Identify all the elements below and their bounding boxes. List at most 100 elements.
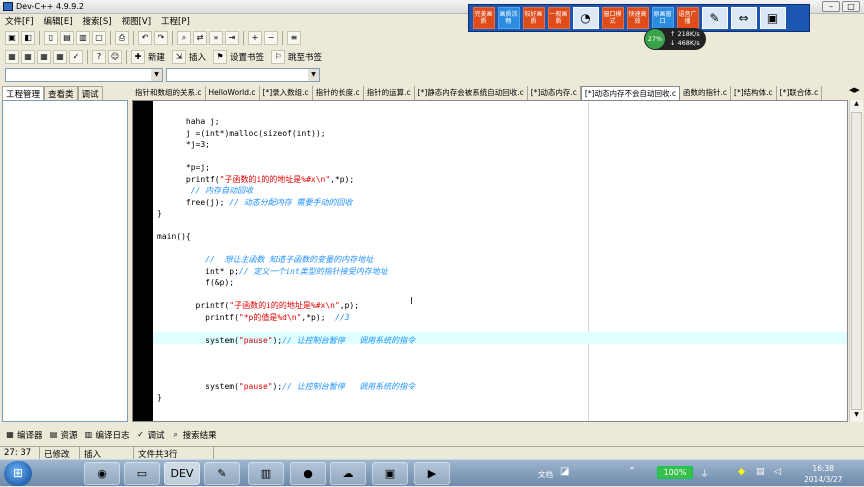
minimize-button[interactable]: – xyxy=(822,1,840,12)
menu-view[interactable]: 视图[V] xyxy=(117,14,156,28)
chevron-down-icon[interactable]: ▼ xyxy=(151,69,162,81)
taskbar-folder-icon[interactable]: ▭ xyxy=(124,462,160,485)
replace-icon[interactable]: ⇄ xyxy=(193,30,207,45)
tab-classes[interactable]: 查看类 xyxy=(44,86,78,100)
project-icon[interactable]: ▣ xyxy=(5,30,19,45)
volume-icon[interactable]: ◁ xyxy=(774,467,781,477)
run-icon[interactable]: ▦ xyxy=(21,49,35,64)
tray-icon-a[interactable]: ◆ xyxy=(738,467,745,477)
tab-resources[interactable]: ▤ 资源 xyxy=(46,428,81,442)
help-icon[interactable]: ? xyxy=(92,49,106,64)
maximize-button[interactable]: □ xyxy=(842,1,860,12)
goto-bookmark-button[interactable]: 跳至书签 xyxy=(288,51,322,63)
file-tab[interactable]: 指针的运算.c xyxy=(363,86,415,100)
float-button-5[interactable]: 窗口模式 xyxy=(601,7,624,29)
find-icon[interactable]: ⌕ xyxy=(177,30,191,45)
tab-debug[interactable]: 调试 xyxy=(77,86,103,100)
class-combo[interactable]: ▼ xyxy=(5,68,163,82)
screen-icon[interactable]: ⇔ xyxy=(730,7,757,29)
goto-line-icon[interactable]: ⇥ xyxy=(225,30,239,45)
clock-date: 2014/3/27 xyxy=(804,475,843,484)
print-icon[interactable]: ⎙ xyxy=(115,30,129,45)
vertical-scrollbar[interactable]: ▲ ▼ xyxy=(849,100,863,422)
save-all-icon[interactable]: ▥ xyxy=(76,30,90,45)
menu-edit[interactable]: 编辑[E] xyxy=(39,14,78,28)
new-file-icon[interactable]: ▯ xyxy=(44,30,58,45)
insert-button[interactable]: 插入 xyxy=(189,51,206,63)
scroll-down-icon[interactable]: ▼ xyxy=(851,411,862,422)
goto-bookmark-icon[interactable]: ⚐ xyxy=(271,49,286,64)
tab-compile-log[interactable]: ▥ 编译日志 xyxy=(81,428,133,442)
project-tree-pane[interactable] xyxy=(2,100,128,422)
tray-app-icon[interactable]: ◪ xyxy=(560,466,569,477)
code-line: *j=3; xyxy=(185,140,210,149)
file-tab[interactable]: 函数的指针.c xyxy=(680,86,732,100)
tray-arrow-icon[interactable]: ⌃ xyxy=(628,466,636,477)
gauge-icon[interactable]: ◔ xyxy=(572,7,599,29)
options-icon[interactable]: ≡ xyxy=(287,30,301,45)
scroll-up-icon[interactable]: ▲ xyxy=(851,100,862,111)
rebuild-icon[interactable]: ▦ xyxy=(53,49,67,64)
redo-icon[interactable]: ↷ xyxy=(154,30,168,45)
file-tab[interactable]: 指针和数组的关系.c xyxy=(132,86,206,100)
scroll-thumb[interactable] xyxy=(851,112,862,410)
close-file-icon[interactable]: ▢ xyxy=(92,30,106,45)
file-tab[interactable]: [*]结构体.c xyxy=(731,86,777,100)
tab-debug-bottom[interactable]: ✓ 调试 xyxy=(133,428,168,442)
set-bookmark-button[interactable]: 设置书签 xyxy=(230,51,264,63)
start-button[interactable]: ⊞ xyxy=(4,461,32,486)
network-icon[interactable]: ▤ xyxy=(756,467,765,477)
taskbar-devcpp-icon[interactable]: DEV xyxy=(164,462,200,485)
file-tab[interactable]: [*]联合体.c xyxy=(776,86,823,100)
taskbar: ⊞ ◉ ▭ DEV ✎ ▥ ● ☁ ▣ ▶ 文档 ◪ ⌃ 100% ⏚ ◆ ▤ … xyxy=(0,459,864,486)
save-icon[interactable]: ▤ xyxy=(60,30,74,45)
float-button-3[interactable]: 较好画质 xyxy=(522,7,545,29)
file-tab[interactable]: [*]静态内存会被系统自动回收.c xyxy=(414,86,528,100)
menu-file[interactable]: 文件[F] xyxy=(0,14,39,28)
tab-compiler[interactable]: ▦ 编译器 xyxy=(2,428,46,442)
float-button-1[interactable]: 完美画质 xyxy=(472,7,495,29)
chevron-down-icon[interactable]: ▼ xyxy=(308,69,319,81)
board-icon[interactable]: ▣ xyxy=(759,7,786,29)
battery-indicator[interactable]: 100% xyxy=(657,466,693,479)
member-combo[interactable]: ▼ xyxy=(166,68,320,82)
menu-project[interactable]: 工程[P] xyxy=(156,14,195,28)
file-tab-active[interactable]: [*]动态内存不会自动回收.c xyxy=(580,86,680,100)
new-icon[interactable]: ✚ xyxy=(131,49,145,64)
float-button-2[interactable]: 画质流畅 xyxy=(497,7,520,29)
compile-icon[interactable]: ▦ xyxy=(5,49,19,64)
pen-icon[interactable]: ✎ xyxy=(701,7,728,29)
taskbar-browser-icon[interactable]: ◉ xyxy=(84,462,120,485)
taskbar-paint-icon[interactable]: ✎ xyxy=(204,462,240,485)
taskbar-chart-icon[interactable]: ▥ xyxy=(248,462,284,485)
taskbar-video-icon[interactable]: ▶ xyxy=(414,462,450,485)
undo-icon[interactable]: ↶ xyxy=(138,30,152,45)
clock[interactable]: 16:38 2014/3/27 xyxy=(804,463,842,485)
float-button-7[interactable]: 原画窗口 xyxy=(651,7,674,29)
insert-icon[interactable]: ⇲ xyxy=(172,49,187,64)
tab-scroll-arrows[interactable]: ◀▶ xyxy=(849,86,864,98)
find-next-icon[interactable]: » xyxy=(209,30,223,45)
taskbar-window-icon[interactable]: ▣ xyxy=(372,462,408,485)
tab-project[interactable]: 工程管理 xyxy=(2,86,45,100)
float-button-8[interactable]: 语音广播 xyxy=(676,7,699,29)
add-to-project-icon[interactable]: + xyxy=(248,30,262,45)
taskbar-record-icon[interactable]: ● xyxy=(290,462,326,485)
about-icon[interactable]: ☺ xyxy=(108,49,122,64)
compile-run-icon[interactable]: ▦ xyxy=(37,49,51,64)
check-icon[interactable]: ✓ xyxy=(69,49,83,64)
taskbar-cloud-icon[interactable]: ☁ xyxy=(330,462,366,485)
menu-search[interactable]: 搜索[S] xyxy=(78,14,117,28)
file-tab[interactable]: [*]录入数组.c xyxy=(259,86,313,100)
float-button-6[interactable]: 快速高效 xyxy=(626,7,649,29)
file-tab[interactable]: [*]动态内存.c xyxy=(527,86,581,100)
float-button-4[interactable]: 一般画质 xyxy=(547,7,570,29)
file-tab[interactable]: 指针的长度.c xyxy=(312,86,364,100)
class-icon[interactable]: ◧ xyxy=(21,30,35,45)
code-editor[interactable]: haha j; j =(int*)malloc(sizeof(int)); *j… xyxy=(132,100,848,422)
file-tab[interactable]: HelloWorld.c xyxy=(205,86,260,100)
remove-from-project-icon[interactable]: − xyxy=(264,30,278,45)
tab-search-results[interactable]: ⌕ 搜索结果 xyxy=(168,428,220,442)
set-bookmark-icon[interactable]: ⚑ xyxy=(213,49,228,64)
new-button[interactable]: 新建 xyxy=(148,51,165,63)
